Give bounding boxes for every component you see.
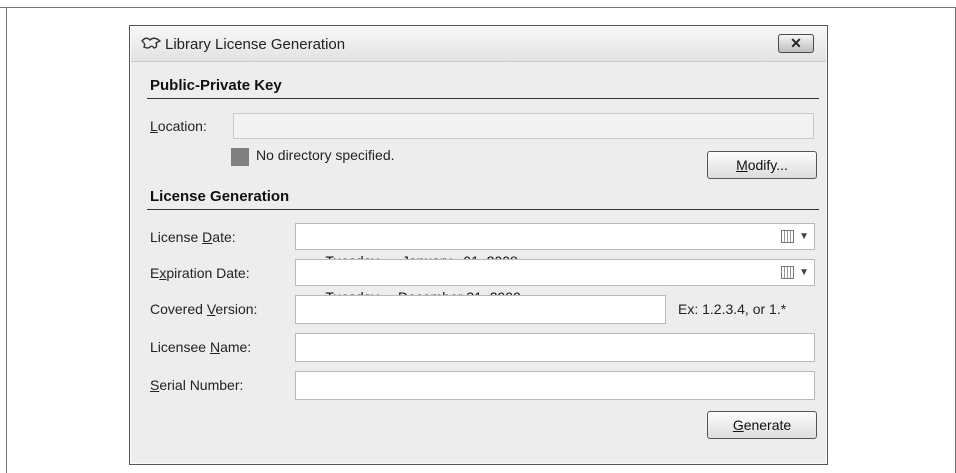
status-text: No directory specified. bbox=[256, 147, 395, 163]
covered-version-label: Covered Version: bbox=[150, 301, 258, 317]
close-button[interactable]: ✕ bbox=[778, 34, 814, 53]
covered-version-input[interactable] bbox=[295, 295, 666, 324]
license-date-picker[interactable]: Tuesday , January 01, 2008 ▼ bbox=[295, 223, 815, 269]
licensee-name-input[interactable] bbox=[295, 333, 815, 362]
covered-version-hint: Ex: 1.2.3.4, or 1.* bbox=[678, 301, 787, 317]
section-divider bbox=[147, 98, 819, 99]
status-square-icon bbox=[231, 148, 249, 166]
page-border-top bbox=[0, 7, 956, 8]
calendar-icon[interactable] bbox=[781, 266, 794, 279]
key-icon bbox=[141, 37, 162, 49]
location-field[interactable] bbox=[233, 113, 814, 139]
expiration-date-picker[interactable]: Tuesday , December 31, 2999 ▼ bbox=[295, 259, 815, 305]
license-date-label: License Date: bbox=[150, 229, 236, 245]
serial-number-input[interactable] bbox=[295, 371, 815, 400]
modify-button[interactable]: Modify... bbox=[707, 151, 817, 179]
chevron-down-icon[interactable]: ▼ bbox=[799, 224, 809, 249]
serial-number-label: Serial Number: bbox=[150, 377, 244, 393]
chevron-down-icon[interactable]: ▼ bbox=[799, 260, 809, 285]
calendar-icon[interactable] bbox=[781, 230, 794, 243]
license-generation-dialog: Library License Generation ✕ Public-Priv… bbox=[129, 25, 828, 465]
section-title-key: Public-Private Key bbox=[150, 77, 282, 94]
title-bar: Library License Generation ✕ bbox=[131, 27, 826, 62]
section-divider bbox=[147, 209, 819, 210]
section-title-license: License Generation bbox=[150, 188, 290, 205]
generate-button[interactable]: Generate bbox=[707, 411, 817, 439]
close-icon: ✕ bbox=[790, 35, 802, 51]
licensee-name-label: Licensee Name: bbox=[150, 339, 252, 355]
window-title: Library License Generation bbox=[165, 36, 346, 53]
location-label: Location: bbox=[150, 118, 207, 134]
page-border-left bbox=[6, 7, 7, 473]
expiration-date-label: Expiration Date: bbox=[150, 265, 250, 281]
